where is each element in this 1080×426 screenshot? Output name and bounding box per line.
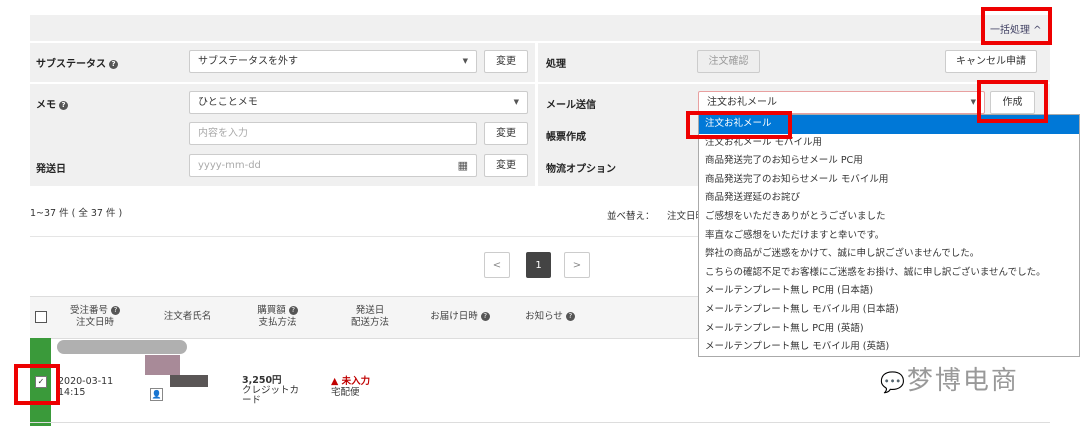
help-icon[interactable]: ? — [565, 312, 575, 321]
sort-label: 並べ替え： — [607, 211, 655, 222]
mail-label: メール送信 — [546, 100, 596, 111]
chevron-down-icon: ▼ — [462, 57, 468, 65]
mail-option[interactable]: 商品発送完了のお知らせメール PC用 — [699, 152, 1079, 171]
substatus-label: サブステータス? — [36, 55, 118, 70]
col-delivery-time[interactable]: お届け日時? — [420, 311, 500, 323]
col-customer-name[interactable]: 注文者氏名 — [150, 311, 225, 323]
annotation-box — [981, 7, 1052, 45]
mail-option[interactable]: メールテンプレート無し モバイル用 (日本語) — [699, 301, 1079, 320]
payment-info: 3,250円 クレジットカード — [242, 375, 300, 406]
order-datetime: 2020-03-11 14:15 — [58, 376, 114, 398]
col-ship-date[interactable]: 発送日 配送方法 — [330, 305, 410, 329]
annotation-box — [686, 111, 792, 139]
col-notice[interactable]: お知らせ? — [515, 311, 585, 323]
user-icon[interactable]: 👤 — [150, 388, 163, 401]
prev-page-button[interactable]: < — [484, 252, 510, 278]
mail-option[interactable]: 商品発送遅延のお詫び — [699, 189, 1079, 208]
ship-date-change-button[interactable]: 変更 — [484, 154, 528, 177]
help-icon[interactable]: ? — [111, 306, 120, 315]
mail-option[interactable]: ご感想をいただきありがとうございました — [699, 208, 1079, 227]
annotation-box — [14, 364, 60, 405]
calendar-icon[interactable]: ▦ — [458, 155, 468, 176]
watermark: 💬梦博电商 — [880, 366, 1019, 396]
form-label: 帳票作成 — [546, 132, 586, 143]
help-icon[interactable]: ? — [288, 306, 298, 315]
ship-date-input[interactable]: yyyy-mm-dd ▦ — [189, 154, 477, 177]
shipping-info: ▲ 未入力 宅配便 — [331, 376, 371, 398]
next-page-button[interactable]: > — [564, 252, 590, 278]
help-icon[interactable]: ? — [480, 312, 490, 321]
mail-option[interactable]: 率直なご感想をいただけますと幸いです。 — [699, 227, 1079, 246]
col-amount[interactable]: 購買額? 支払方法 — [240, 305, 315, 329]
memo-input[interactable]: 内容を入力 — [189, 122, 477, 145]
redacted-block — [145, 355, 180, 375]
substatus-select[interactable]: サブステータスを外す ▼ — [189, 50, 477, 73]
mail-option[interactable]: メールテンプレート無し モバイル用 (英語) — [699, 338, 1079, 357]
col-order-number[interactable]: 受注番号? 注文日時 — [60, 305, 130, 329]
redacted-block — [57, 340, 187, 354]
bulk-header — [30, 15, 1050, 41]
order-confirm-button[interactable]: 注文確認 — [697, 50, 760, 73]
page-1-button[interactable]: 1 — [526, 252, 551, 278]
cancel-request-button[interactable]: キャンセル申請 — [945, 50, 1037, 73]
memo-select[interactable]: ひとことメモ ▼ — [189, 91, 528, 114]
mail-template-dropdown: 注文お礼メール 注文お礼メール モバイル用 商品発送完了のお知らせメール PC用… — [698, 114, 1080, 357]
chevron-down-icon: ▼ — [513, 98, 519, 106]
select-all-checkbox[interactable] — [35, 311, 47, 323]
row-divider — [30, 422, 1050, 423]
chevron-down-icon: ▼ — [970, 98, 976, 106]
mail-option[interactable]: メールテンプレート無し PC用 (日本語) — [699, 282, 1079, 301]
mail-option[interactable]: 商品発送完了のお知らせメール モバイル用 — [699, 171, 1079, 190]
process-label: 処理 — [546, 59, 566, 70]
wechat-icon: 💬 — [880, 370, 907, 394]
memo-change-button[interactable]: 変更 — [484, 122, 528, 145]
mail-option[interactable]: メールテンプレート無し PC用 (英語) — [699, 320, 1079, 339]
annotation-box — [977, 80, 1048, 123]
mail-option[interactable]: 弊社の商品がご迷惑をかけて、誠に申し訳ございませんでした。 — [699, 245, 1079, 264]
substatus-change-button[interactable]: 変更 — [484, 50, 528, 73]
mail-option[interactable]: こちらの確認不足でお客様にご迷惑をお掛け、誠に申し訳ございませんでした。 — [699, 264, 1079, 283]
help-icon[interactable]: ? — [59, 100, 68, 110]
redacted-block — [170, 375, 208, 387]
result-count: 1~37 件 ( 全 37 件 ) — [30, 208, 123, 219]
ship-date-label: 発送日 — [36, 164, 66, 175]
memo-label: メモ? — [36, 96, 68, 111]
logistics-label: 物流オプション — [546, 164, 616, 175]
help-icon[interactable]: ? — [109, 59, 118, 69]
